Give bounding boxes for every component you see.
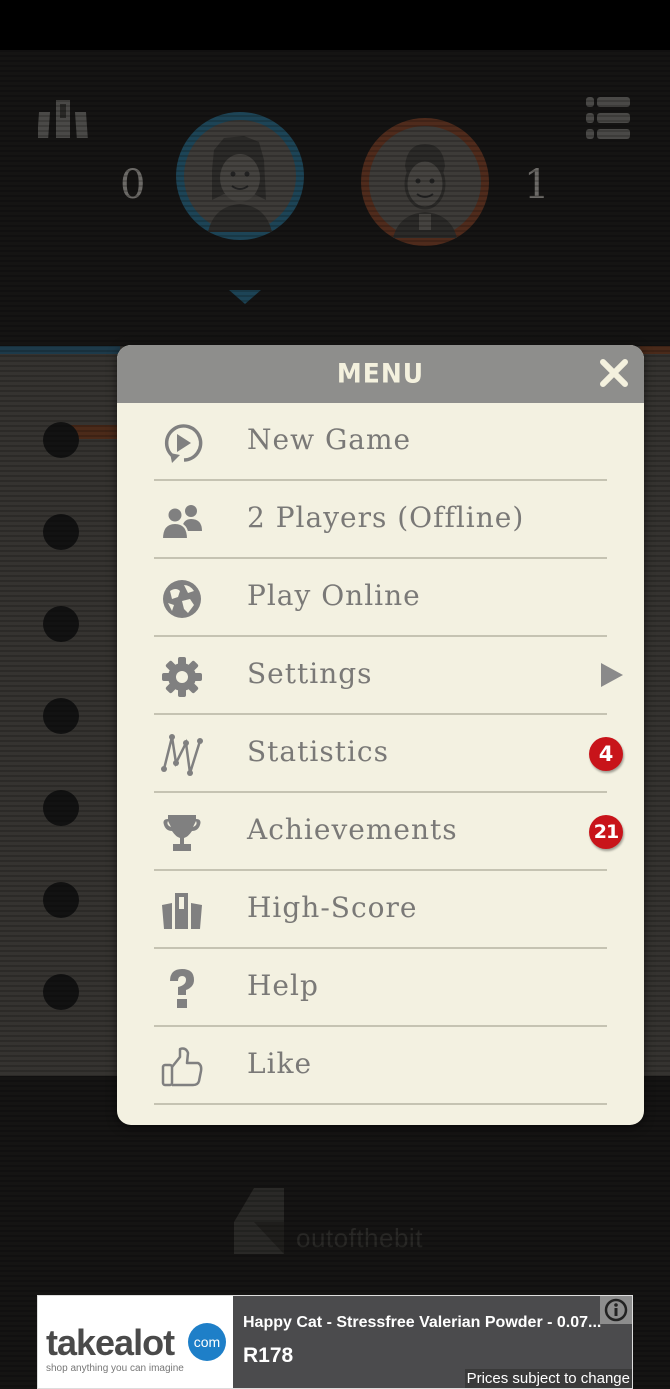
achievements-badge: 21 [589,815,623,849]
menu-item-label: Like [247,1047,313,1080]
board-dot[interactable] [43,606,79,642]
menu-header: MENU [117,345,644,403]
ad-brand-com-badge: com [188,1323,226,1361]
player1-avatar [176,112,304,240]
trophy-icon [163,815,201,851]
menu-item-play-online[interactable]: Play Online [154,559,607,637]
menu-item-achievements[interactable]: Achievements 21 [154,793,623,871]
globe-icon [163,580,201,618]
play-restart-icon [164,424,203,463]
ad-brand-name: takealot [46,1322,175,1363]
menu-list: New Game 2 Players (Offline) Play Online [154,403,623,1105]
ad-product-price: R178 [243,1344,294,1367]
ad-product-panel: Happy Cat - Stressfree Valerian Powder -… [233,1296,632,1388]
player2-progress-strip [640,346,670,354]
gear-icon [162,657,202,697]
board-dot[interactable] [43,790,79,826]
statistics-badge: 4 [589,737,623,771]
ad-brand-logo: takealot com shop anything you can imagi… [38,1296,233,1388]
player1-progress-strip [0,346,120,354]
board-dot[interactable] [43,882,79,918]
ad-info-icon[interactable] [600,1296,632,1324]
menu-item-statistics[interactable]: Statistics 4 [154,715,623,793]
submenu-arrow-icon [601,663,623,687]
boy-face-icon [393,144,457,238]
menu-item-high-score[interactable]: High-Score [154,871,607,949]
board-dot[interactable] [43,974,79,1010]
menu-item-new-game[interactable]: New Game [154,403,607,481]
two-players-icon [160,505,202,540]
menu-item-label: Statistics [247,735,389,768]
menu-dialog: MENU New Game 2 Players (Offline) Play O… [117,345,644,1125]
status-bar [0,0,670,50]
thumbs-up-icon [161,1047,203,1087]
board-dot[interactable] [43,514,79,550]
menu-item-label: Settings [247,657,373,690]
board-dot[interactable] [43,698,79,734]
close-icon[interactable] [598,357,630,389]
podium-icon [162,893,202,929]
ad-tagline: shop anything you can imagine [46,1363,184,1374]
player2-score: 1 [524,162,550,208]
menu-item-label: Achievements [247,813,458,846]
board-dot[interactable] [43,422,79,458]
menu-item-2-players-offline[interactable]: 2 Players (Offline) [154,481,607,559]
menu-list-icon[interactable] [584,95,632,141]
menu-item-settings[interactable]: Settings [154,637,623,715]
menu-item-label: New Game [247,423,412,456]
statistics-icon [161,734,203,776]
ad-banner[interactable]: takealot com shop anything you can imagi… [37,1295,633,1389]
menu-item-label: High-Score [247,891,418,924]
menu-title: MENU [336,358,425,389]
menu-item-like[interactable]: Like [154,1027,607,1105]
ad-product-title: Happy Cat - Stressfree Valerian Powder -… [243,1314,602,1331]
menu-item-label: 2 Players (Offline) [247,501,525,534]
menu-item-label: Play Online [247,579,421,612]
outofthebit-logo-text: outofthebit [296,1223,423,1253]
ad-price-note: Prices subject to change [464,1369,632,1388]
highscore-podium-icon[interactable] [38,98,88,140]
question-icon [170,969,194,1008]
player2-avatar [361,118,489,246]
girl-face-icon [208,136,272,232]
turn-indicator-arrow [229,290,261,304]
menu-item-help[interactable]: Help [154,949,607,1027]
menu-item-label: Help [247,969,319,1002]
player1-score: 0 [120,162,146,208]
